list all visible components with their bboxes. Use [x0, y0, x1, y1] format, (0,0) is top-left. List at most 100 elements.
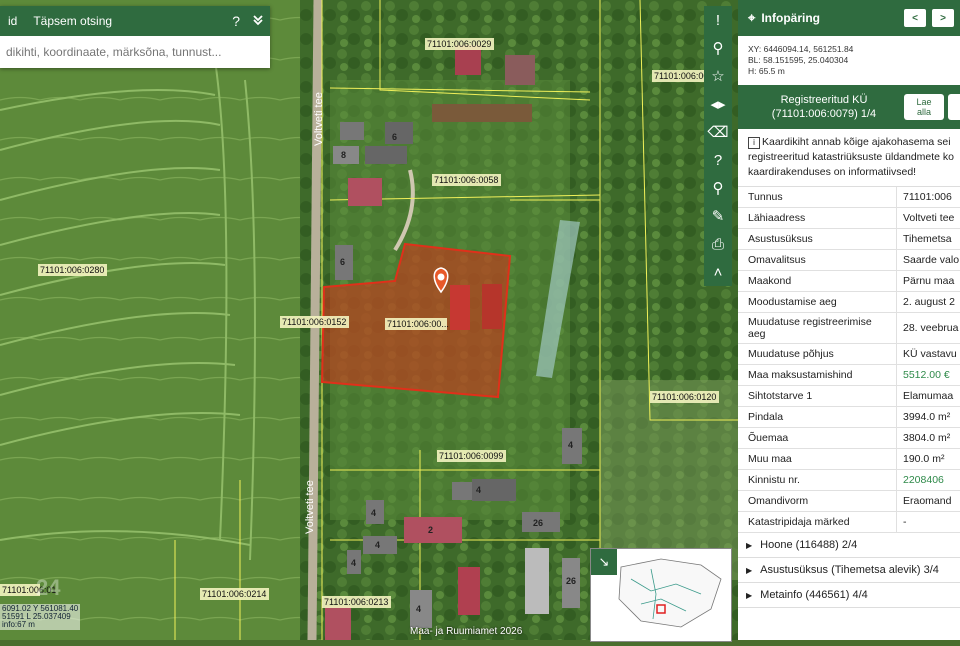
table-row: AsustusüksusTihemetsa [738, 229, 960, 250]
overview-map[interactable]: ↘ [590, 548, 732, 642]
table-row: Kinnistu nr.2208406 [738, 470, 960, 491]
notice-text: registreeritud katastriüksuste üldandmet… [748, 150, 952, 165]
table-row: Muu maa190.0 m² [738, 449, 960, 470]
next-button[interactable]: > [932, 9, 954, 27]
compare-icon[interactable]: ◂▸ [704, 90, 732, 118]
attribute-key: Pindala [738, 407, 897, 428]
tab-search[interactable]: id [0, 14, 25, 28]
notice-text: Kaardikiht annab kõige ajakohasema sei [762, 136, 951, 148]
notice-text: kaardirakenduses on informatiivsed! [748, 165, 952, 180]
table-row: Katastripidaja märked- [738, 512, 960, 533]
collapsed-sections: ▶Hoone (116488) 2/4▶Asustusüksus (Tiheme… [738, 533, 960, 608]
feedback-icon[interactable]: ! [704, 6, 732, 34]
attribute-value[interactable]: 5512.00 € [897, 365, 960, 386]
download-button[interactable]: Lae alla [904, 94, 944, 120]
arrow-down-right-icon[interactable]: ↘ [591, 549, 617, 575]
expand-triangle-icon: ▶ [746, 541, 752, 550]
parcel-label: 71101:006:0280 [40, 265, 104, 275]
attribute-value: - [897, 512, 960, 533]
house [505, 55, 535, 85]
xy-coordinate: XY: 6446094.14, 561251.84 [748, 44, 950, 55]
location-icon[interactable]: ⚲ [704, 174, 732, 202]
collapsed-section[interactable]: ▶Hoone (116488) 2/4 [738, 533, 960, 558]
info-icon: i [748, 137, 760, 149]
house [365, 146, 407, 164]
table-row: Muudatuse põhjusKÜ vastavu seadusega [738, 344, 960, 365]
chevron-up-icon[interactable]: ˄ [704, 258, 732, 286]
parcel-label: 71101:006:0099 [439, 451, 503, 461]
attribute-value: 2. august 2 [897, 292, 960, 313]
info-header: ⌖ Infopäring < > [738, 0, 960, 36]
coordinate-readout: 6091.02 Y 561081.40 51591 L 25.037409 in… [0, 604, 80, 630]
section-label: Asustusüksus (Tihemetsa alevik) 3/4 [760, 564, 939, 576]
map-toolbar: !⚲☆◂▸⌫?⚲✎⎙˄ [704, 6, 732, 286]
road-label: Voltveti tee [313, 92, 325, 146]
attribute-value: KÜ vastavu seadusega [897, 344, 960, 365]
download-label: alla [916, 107, 931, 117]
section-label: Metainfo (446561) 4/4 [760, 589, 868, 601]
house-number: 4 [351, 558, 356, 568]
height-value: H: 65.5 m [748, 66, 950, 77]
registered-parcel-title: Registreeritud KÜ (71101:006:0079) 1/4 [744, 93, 904, 121]
attribute-key: Muudatuse põhjus [738, 344, 897, 365]
eraser-icon[interactable]: ⌫ [704, 118, 732, 146]
attribute-value: Saarde valo [897, 250, 960, 271]
download-label: Lae [916, 97, 931, 107]
info-panel: ⌖ Infopäring < > XY: 6446094.14, 561251.… [738, 0, 960, 640]
extra-button[interactable] [948, 94, 960, 120]
parcel-label: 71101:006:0213 [324, 597, 388, 607]
attribute-key: Sihtotstarve 1 [738, 386, 897, 407]
attribute-key: Katastripidaja märked [738, 512, 897, 533]
expand-triangle-icon: ▶ [746, 591, 752, 600]
attribute-value: Eraomand [897, 491, 960, 512]
watermark: 24 [36, 575, 60, 601]
house-number: 4 [371, 508, 376, 518]
house [432, 104, 532, 122]
table-row: OmavalitsusSaarde valo [738, 250, 960, 271]
info-title: Infopäring [761, 11, 904, 25]
registered-parcel-header: Registreeritud KÜ (71101:006:0079) 1/4 L… [738, 85, 960, 129]
table-row: OmandivormEraomand [738, 491, 960, 512]
person-icon[interactable]: ⚲ [704, 34, 732, 62]
coordinate-line: info:67 m [2, 621, 78, 629]
attribute-key: Õuemaa [738, 428, 897, 449]
parcel-label: 71101:006:0152 [282, 317, 346, 327]
table-row: Muudatuse registreerimise aeg28. veebrua [738, 313, 960, 344]
attribute-key: Moodustamise aeg [738, 292, 897, 313]
attribute-value: 190.0 m² [897, 449, 960, 470]
table-row: Pindala3994.0 m² [738, 407, 960, 428]
search-input[interactable] [0, 36, 270, 68]
expand-triangle-icon: ▶ [746, 566, 752, 575]
attribute-key: Muu maa [738, 449, 897, 470]
parcel-label: 71101:006:00... [387, 319, 449, 329]
attribute-value[interactable]: 2208406 [897, 470, 960, 491]
house-number: 8 [341, 150, 346, 160]
attribute-value: Elamumaa [897, 386, 960, 407]
attribute-value: 71101:006 [897, 187, 960, 208]
house-number: 2 [428, 525, 433, 535]
house [458, 567, 480, 615]
copyright: Maa- ja Ruumiamet 2026 [410, 626, 522, 637]
collapsed-section[interactable]: ▶ Metainfo (446561) 4/4 [738, 583, 960, 608]
attribute-key: Omandivorm [738, 491, 897, 512]
chevron-double-down-icon[interactable] [246, 13, 270, 29]
attribute-value: Pärnu maa [897, 271, 960, 292]
help-icon[interactable]: ? [226, 13, 246, 29]
star-icon[interactable]: ☆ [704, 62, 732, 90]
attribute-key: Muudatuse registreerimise aeg [738, 313, 897, 344]
attribute-key: Asustusüksus [738, 229, 897, 250]
house-number: 4 [416, 604, 421, 614]
help-icon[interactable]: ? [704, 146, 732, 174]
print-icon[interactable]: ⎙ [704, 230, 732, 258]
tab-advanced-search[interactable]: Täpsem otsing [25, 14, 120, 28]
house [340, 122, 364, 140]
attribute-key: Maakond [738, 271, 897, 292]
road-label: Voltveti tee [304, 480, 316, 534]
registered-parcel-line: Registreeritud KÜ [744, 93, 904, 107]
prev-button[interactable]: < [904, 9, 926, 27]
house-number: 26 [533, 518, 543, 528]
ruler-icon[interactable]: ✎ [704, 202, 732, 230]
house [385, 122, 413, 144]
collapsed-section[interactable]: ▶ Asustusüksus (Tihemetsa alevik) 3/4 [738, 558, 960, 583]
house-number: 4 [568, 440, 573, 450]
